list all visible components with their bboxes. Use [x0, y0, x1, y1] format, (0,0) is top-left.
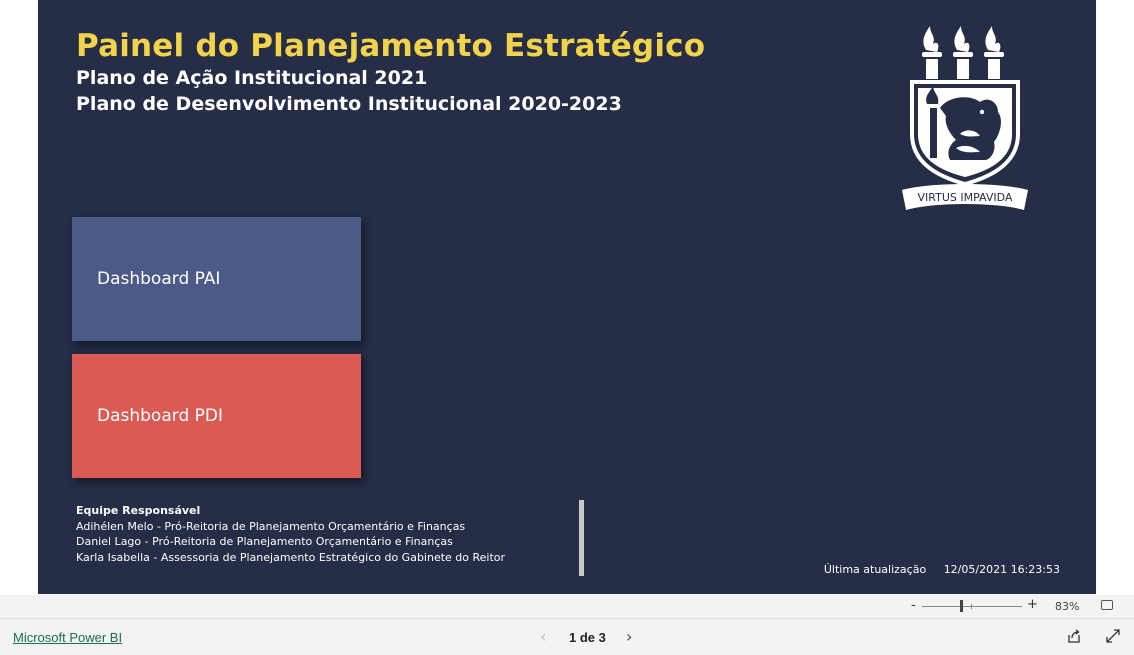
divider-bar — [579, 500, 584, 576]
zoom-in-button[interactable]: + — [1027, 597, 1038, 612]
team-member: Daniel Lago - Pró-Reitoria de Planejamen… — [76, 535, 453, 548]
previous-page-button[interactable]: ‹ — [540, 627, 546, 646]
zoom-bar: - + 83% — [0, 595, 1134, 619]
zoom-out-button[interactable]: - — [911, 598, 916, 613]
next-page-button[interactable]: › — [626, 627, 632, 646]
fullscreen-icon[interactable] — [1105, 628, 1121, 644]
zoom-slider-thumb[interactable] — [960, 600, 963, 612]
last-update-label: Última atualização — [823, 563, 927, 576]
fit-page-icon[interactable] — [1101, 600, 1113, 610]
report-subtitle-pdi: Plano de Desenvolvimento Institucional 2… — [76, 93, 622, 115]
dashboard-pdi-button[interactable]: Dashboard PDI — [72, 354, 361, 478]
power-bi-link[interactable]: Microsoft Power BI — [13, 630, 122, 645]
zoom-percent: 83% — [1055, 600, 1080, 613]
team-credits: Equipe Responsável Adihélen Melo - Pró-R… — [76, 503, 505, 565]
team-member: Adihélen Melo - Pró-Reitoria de Planejam… — [76, 519, 466, 533]
ufpe-crest-icon: VIRTUS IMPAVIDA — [902, 26, 1028, 210]
last-update-value: 12/05/2021 16:23:53 — [943, 563, 1060, 576]
footer-bar: Microsoft Power BI ‹ 1 de 3 › — [0, 619, 1134, 655]
report-title: Painel do Planejamento Estratégico — [76, 28, 706, 64]
last-update: Última atualização 12/05/2021 16:23:53 — [824, 563, 1060, 576]
share-icon[interactable] — [1066, 628, 1082, 644]
dashboard-pai-button[interactable]: Dashboard PAI — [72, 217, 361, 341]
team-heading: Equipe Responsável — [76, 504, 201, 517]
team-member: Karla Isabella - Assessoria de Planejame… — [76, 550, 506, 564]
page-indicator: 1 de 3 — [569, 630, 606, 645]
report-subtitle-pai: Plano de Ação Institucional 2021 — [76, 67, 428, 89]
zoom-slider-tick — [971, 604, 972, 609]
svg-text:VIRTUS IMPAVIDA: VIRTUS IMPAVIDA — [918, 191, 1013, 204]
zoom-slider-track[interactable] — [922, 606, 1022, 607]
report-canvas: Painel do Planejamento Estratégico Plano… — [38, 0, 1096, 594]
